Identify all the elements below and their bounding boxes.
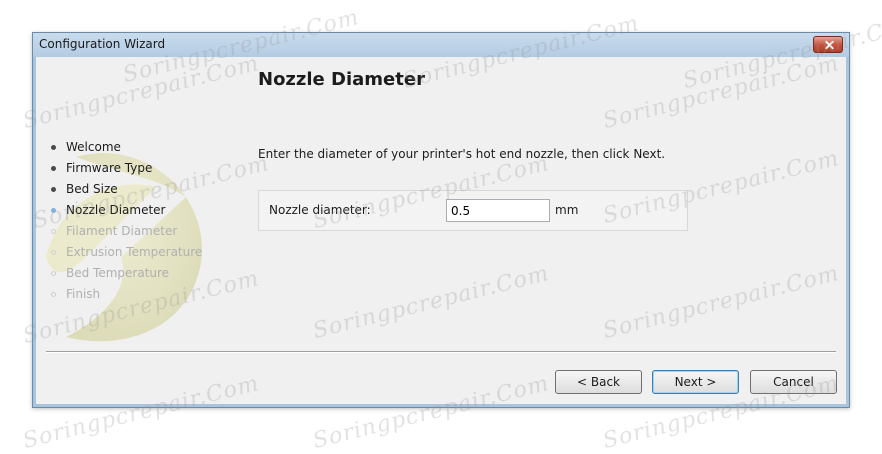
step-label: Bed Temperature <box>66 266 170 280</box>
next-button[interactable]: Next > <box>652 370 739 394</box>
step-firmware-type: Firmware Type <box>44 158 202 179</box>
bullet-icon <box>51 187 56 192</box>
step-welcome: Welcome <box>44 137 202 158</box>
back-button[interactable]: < Back <box>555 370 642 394</box>
step-finish: Finish <box>44 284 202 305</box>
current-bullet-icon <box>51 208 56 213</box>
wizard-steps-list: Welcome Firmware Type Bed Size Nozzle Di… <box>44 137 202 305</box>
bullet-icon <box>51 250 56 255</box>
nozzle-diameter-label: Nozzle diameter: <box>269 203 371 217</box>
close-icon[interactable] <box>813 36 843 53</box>
instruction-text: Enter the diameter of your printer's hot… <box>258 147 666 161</box>
step-bed-temperature: Bed Temperature <box>44 263 202 284</box>
bullet-icon <box>51 229 56 234</box>
nozzle-diameter-group: Nozzle diameter: mm <box>258 190 688 231</box>
step-label: Welcome <box>66 140 121 154</box>
step-label: Nozzle Diameter <box>66 203 166 217</box>
step-label: Bed Size <box>66 182 118 196</box>
step-nozzle-diameter: Nozzle Diameter <box>44 200 202 221</box>
title-bar[interactable]: Configuration Wizard <box>33 33 849 57</box>
step-label: Firmware Type <box>66 161 153 175</box>
cancel-button[interactable]: Cancel <box>750 370 837 394</box>
configuration-wizard-window: Configuration Wizard Nozzle Diameter Wel… <box>32 32 850 408</box>
step-label: Extrusion Temperature <box>66 245 203 259</box>
bullet-icon <box>51 166 56 171</box>
wizard-client-area: Nozzle Diameter Welcome Firmware Type Be… <box>36 57 846 404</box>
unit-label: mm <box>555 203 579 217</box>
bullet-icon <box>51 145 56 150</box>
window-title: Configuration Wizard <box>39 37 166 51</box>
page-title: Nozzle Diameter <box>258 69 425 90</box>
nozzle-diameter-input[interactable] <box>446 199 550 222</box>
bullet-icon <box>51 292 56 297</box>
step-bed-size: Bed Size <box>44 179 202 200</box>
separator-line <box>46 351 836 353</box>
step-label: Finish <box>66 287 101 301</box>
step-filament-diameter: Filament Diameter <box>44 221 202 242</box>
bullet-icon <box>51 271 56 276</box>
step-label: Filament Diameter <box>66 224 178 238</box>
step-extrusion-temperature: Extrusion Temperature <box>44 242 202 263</box>
